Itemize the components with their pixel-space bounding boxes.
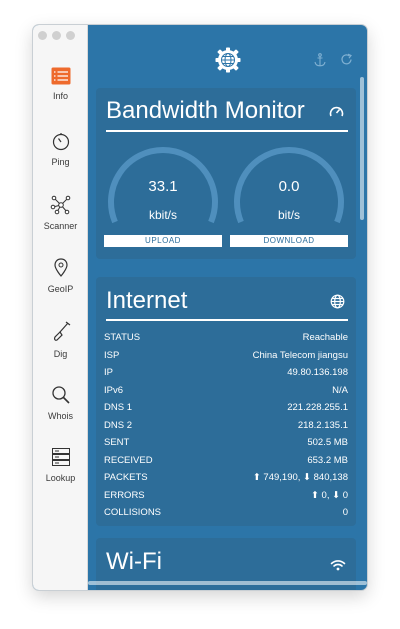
info-list-icon <box>51 67 70 85</box>
stat-key: DNS 2 <box>104 419 132 431</box>
main-panel: Bandwidth Monitor 33.1 kbit/s UPLOAD 0.0 <box>88 25 367 590</box>
globe-gear-app-icon <box>215 47 241 73</box>
stat-value: 221.228.255.1 <box>287 402 348 413</box>
globe-icon <box>330 294 345 309</box>
sidebar-item-label: Scanner <box>43 221 78 231</box>
stat-row-dns2: DNS 2 218.2.135.1 <box>104 420 348 438</box>
bandwidth-monitor-card: Bandwidth Monitor 33.1 kbit/s UPLOAD 0.0 <box>96 88 356 259</box>
stat-key: IP <box>104 367 113 378</box>
map-pin-icon <box>53 258 68 277</box>
sidebar-item-label: Dig <box>53 349 68 359</box>
stat-value: 218.2.135.1 <box>297 419 348 431</box>
stat-key: PACKETS <box>104 472 148 483</box>
stat-value: Reachable <box>302 332 348 343</box>
stat-key: DNS 1 <box>104 402 132 413</box>
network-nodes-icon <box>50 195 70 215</box>
vertical-scrollbar[interactable] <box>360 77 364 220</box>
stat-value: 653.2 MB <box>307 454 348 466</box>
horizontal-scrollbar[interactable] <box>88 581 367 585</box>
stat-key: ERRORS <box>104 489 145 501</box>
stat-value: ⬆ 0, ⬇ 0 <box>310 489 348 501</box>
upload-gauge: 33.1 kbit/s UPLOAD <box>104 136 222 247</box>
stat-value: N/A <box>332 384 348 396</box>
sidebar-item-info[interactable]: Info <box>33 67 88 101</box>
wifi-icon <box>330 560 346 571</box>
sidebar-item-scanner[interactable]: Scanner <box>33 195 88 231</box>
sidebar-item-whois[interactable]: Whois <box>33 385 88 421</box>
sidebar: Info Ping Scanner GeoIP Dig Whois Lookup <box>33 25 88 590</box>
stat-row-ipv6: IPv6 N/A <box>104 385 348 403</box>
sidebar-item-dig[interactable]: Dig <box>33 321 88 359</box>
stat-key: SENT <box>104 437 130 448</box>
anchor-icon[interactable] <box>314 53 326 67</box>
card-title: Internet <box>106 287 188 314</box>
stat-row-ip: IP 49.80.136.198 <box>104 367 348 385</box>
download-value: 0.0 <box>278 178 300 195</box>
window-controls <box>38 31 75 40</box>
stat-row-packets: PACKETS ⬆ 749,190, ⬇ 840,138 <box>104 472 348 490</box>
shovel-icon <box>53 321 70 341</box>
stat-key: IPv6 <box>104 384 124 396</box>
sidebar-item-lookup[interactable]: Lookup <box>33 447 88 483</box>
card-divider <box>106 319 348 321</box>
magnifier-icon <box>51 386 70 404</box>
zoom-window-button[interactable] <box>66 31 75 40</box>
card-title: Wi-Fi <box>106 548 162 575</box>
stat-row-status: STATUS Reachable <box>104 332 348 350</box>
toolbar <box>88 25 367 87</box>
stat-key: COLLISIONS <box>104 507 162 518</box>
server-stack-icon <box>51 448 70 466</box>
stat-row-collisions: COLLISIONS 0 <box>104 507 348 525</box>
minimize-window-button[interactable] <box>52 31 61 40</box>
stat-row-isp: ISP China Telecom jiangsu <box>104 350 348 368</box>
stat-value: 502.5 MB <box>307 437 348 448</box>
upload-unit: kbit/s <box>148 208 177 222</box>
download-unit: bit/s <box>277 208 300 222</box>
card-title: Bandwidth Monitor <box>106 97 305 124</box>
stat-value: 0 <box>342 507 348 518</box>
download-gauge: 0.0 bit/s DOWNLOAD <box>230 136 348 247</box>
card-divider <box>106 130 348 132</box>
stat-key: ISP <box>104 349 120 361</box>
sidebar-item-label: GeoIP <box>47 284 74 294</box>
download-label: DOWNLOAD <box>230 235 348 247</box>
app-window: Info Ping Scanner GeoIP Dig Whois Lookup… <box>33 25 367 590</box>
stat-value: ⬆ 749,190, ⬇ 840,138 <box>252 472 348 483</box>
upload-value: 33.1 <box>148 178 178 195</box>
upload-label: UPLOAD <box>104 235 222 247</box>
sidebar-item-label: Info <box>52 91 68 101</box>
sidebar-item-label: Ping <box>51 157 70 167</box>
sidebar-item-geoip[interactable]: GeoIP <box>33 258 88 294</box>
internet-card: Internet STATUS Reachable ISP China Tele… <box>96 277 356 526</box>
stat-key: RECEIVED <box>104 454 153 466</box>
close-window-button[interactable] <box>38 31 47 40</box>
stat-row-errors: ERRORS ⬆ 0, ⬇ 0 <box>104 490 348 508</box>
sidebar-item-ping[interactable]: Ping <box>33 131 88 167</box>
stat-key: STATUS <box>104 332 141 343</box>
stat-row-dns1: DNS 1 221.228.255.1 <box>104 402 348 420</box>
sidebar-item-label: Whois <box>47 411 73 421</box>
sidebar-item-label: Lookup <box>45 473 76 483</box>
stat-value: 49.80.136.198 <box>287 367 348 378</box>
stopwatch-icon <box>52 133 69 151</box>
refresh-icon[interactable] <box>340 53 353 66</box>
speedometer-icon <box>329 106 344 117</box>
stat-row-received: RECEIVED 653.2 MB <box>104 455 348 473</box>
stat-row-sent: SENT 502.5 MB <box>104 437 348 455</box>
stat-value: China Telecom jiangsu <box>252 349 348 361</box>
